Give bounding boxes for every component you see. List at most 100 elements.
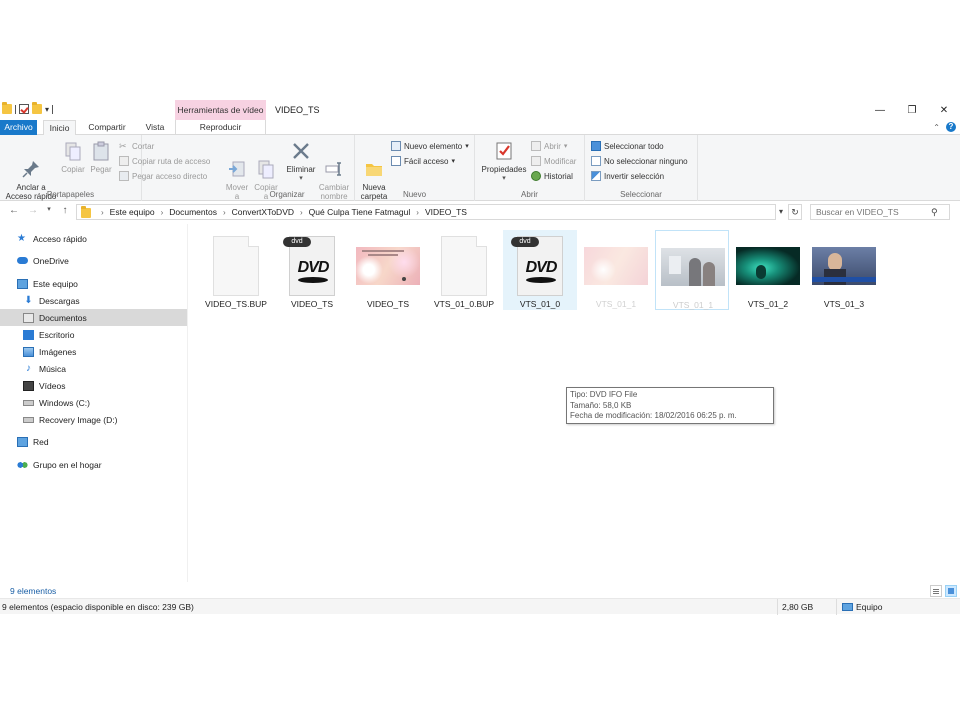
recent-locations-icon[interactable]: ▾	[42, 205, 56, 213]
tab-reproducir[interactable]: Reproducir	[175, 120, 266, 135]
breadcrumb-fatmagul[interactable]: Qué Culpa Tiene Fatmagul	[309, 207, 411, 217]
paste-button[interactable]: Pegar	[88, 141, 114, 174]
refresh-icon[interactable]: ↻	[788, 204, 802, 220]
select-all-button[interactable]: Seleccionar todo	[591, 141, 664, 151]
file-name: VTS_01_1	[672, 300, 714, 310]
invert-selection-button[interactable]: Invertir selección	[591, 171, 664, 181]
open-label: Abrir	[544, 141, 561, 151]
file-item[interactable]: VIDEO_TS.BUP	[199, 230, 273, 310]
open-dropdown-icon: ▾	[563, 143, 568, 150]
breadcrumb-documentos[interactable]: Documentos	[169, 207, 217, 217]
clipboard-icon	[91, 141, 111, 161]
ribbon: Anclar a Acceso rápido Copiar Pegar ✂ Co…	[0, 135, 960, 201]
search-input[interactable]	[811, 207, 931, 217]
video-thumbnail	[812, 247, 876, 285]
details-view-icon[interactable]	[930, 585, 942, 597]
breadcrumb-separator[interactable]: ›	[300, 208, 303, 217]
tab-compartir[interactable]: Compartir	[83, 120, 131, 135]
search-box[interactable]: ⚲	[810, 204, 950, 220]
new-item-button[interactable]: Nuevo elemento ▾	[391, 141, 469, 151]
up-arrow-icon[interactable]: ↑	[58, 205, 72, 216]
nav-item-documentos[interactable]: Documentos	[0, 309, 187, 326]
desktop-icon	[23, 329, 34, 340]
computer-icon	[842, 603, 853, 611]
breadcrumb-separator[interactable]: ›	[101, 208, 104, 217]
open-button[interactable]: Abrir ▾	[531, 141, 567, 151]
delete-dropdown-icon[interactable]: ▾	[286, 174, 316, 183]
video-tools-context-label: Herramientas de vídeo	[175, 100, 266, 120]
back-arrow-icon[interactable]: ←	[7, 205, 21, 216]
copy-path-label: Copiar ruta de acceso	[132, 156, 211, 166]
forward-arrow-icon[interactable]: →	[26, 205, 40, 216]
properties-button[interactable]: Propiedades ▾	[481, 141, 527, 183]
group-organizar: Mover a Copiar a Eliminar ▾ Cambiar nomb…	[220, 135, 355, 201]
easy-access-dropdown-icon: ▾	[451, 158, 455, 165]
file-item[interactable]: VTS_01_1	[655, 230, 729, 310]
nav-item-label: Imágenes	[39, 346, 77, 357]
breadcrumb-separator[interactable]: ›	[416, 208, 419, 217]
file-item[interactable]: dvd DVD VIDEO_TS	[275, 230, 349, 310]
expand-ribbon-icon[interactable]: ⌃	[933, 123, 940, 132]
cut-button[interactable]: ✂ Cortar	[119, 141, 154, 151]
file-name: VIDEO_TS	[366, 299, 410, 309]
copy-path-button[interactable]: Copiar ruta de acceso	[119, 156, 210, 166]
paste-shortcut-button[interactable]: Pegar acceso directo	[119, 171, 207, 181]
large-icons-view-icon[interactable]	[945, 585, 957, 597]
breadcrumb-video-ts[interactable]: VIDEO_TS	[425, 207, 467, 217]
nav-item-label: Este equipo	[33, 278, 78, 289]
breadcrumb-convertxtodvd[interactable]: ConvertXToDVD	[232, 207, 294, 217]
video-thumbnail	[356, 247, 420, 285]
address-bar[interactable]: › Este equipo › Documentos › ConvertXToD…	[76, 204, 776, 220]
maximize-button[interactable]: ❐	[896, 100, 928, 120]
copy-button[interactable]: Copiar	[60, 141, 86, 174]
breadcrumb-separator[interactable]: ›	[161, 208, 164, 217]
properties-dropdown-icon[interactable]: ▾	[481, 174, 527, 183]
nav-item-windows-c[interactable]: Windows (C:)	[0, 394, 187, 411]
new-folder-icon[interactable]	[32, 102, 42, 114]
tab-inicio[interactable]: Inicio	[43, 120, 76, 136]
breadcrumb-separator[interactable]: ›	[223, 208, 226, 217]
nav-item-imagenes[interactable]: Imágenes	[0, 343, 187, 360]
new-item-icon	[391, 141, 401, 151]
search-icon[interactable]: ⚲	[931, 207, 938, 218]
dvd-disc-icon	[526, 277, 556, 283]
tooltip-type: Tipo: DVD IFO File	[570, 390, 638, 399]
file-item[interactable]: VTS_01_2	[731, 230, 805, 310]
nav-item-acceso-rapido[interactable]: ★ Acceso rápido	[0, 230, 187, 247]
select-all-label: Seleccionar todo	[604, 141, 664, 151]
nav-item-musica[interactable]: ♪ Música	[0, 360, 187, 377]
file-item[interactable]: dvd DVD VTS_01_0	[503, 230, 577, 310]
tab-archivo[interactable]: Archivo	[0, 120, 37, 135]
nav-item-red[interactable]: Red	[0, 433, 187, 450]
nav-item-recovery-d[interactable]: Recovery Image (D:)	[0, 411, 187, 428]
nav-item-escritorio[interactable]: Escritorio	[0, 326, 187, 343]
nav-item-descargas[interactable]: ⬇ Descargas	[0, 292, 187, 309]
delete-button[interactable]: Eliminar ▾	[286, 141, 316, 183]
breadcrumb-este-equipo[interactable]: Este equipo	[110, 207, 155, 217]
blank-file-icon	[213, 236, 259, 296]
address-dropdown-icon[interactable]: ▾	[775, 204, 787, 220]
customize-toolbar-icon[interactable]: ▾	[45, 105, 49, 114]
star-icon: ★	[17, 232, 26, 244]
file-item[interactable]: VTS_01_0.BUP	[427, 230, 501, 310]
minimize-button[interactable]: —	[864, 100, 896, 120]
easy-access-button[interactable]: Fácil acceso ▾	[391, 156, 455, 166]
history-button[interactable]: Historial	[531, 171, 573, 181]
edit-button[interactable]: Modificar	[531, 156, 576, 166]
nav-item-videos[interactable]: Vídeos	[0, 377, 187, 394]
zone-label: Equipo	[856, 602, 883, 612]
nav-item-grupo-hogar[interactable]: Grupo en el hogar	[0, 456, 187, 473]
file-item[interactable]: VIDEO_TS	[351, 230, 425, 310]
help-icon[interactable]: ?	[946, 122, 956, 132]
select-none-button[interactable]: No seleccionar ninguno	[591, 156, 688, 166]
nav-item-onedrive[interactable]: OneDrive	[0, 252, 187, 269]
file-item[interactable]: VTS_01_1	[579, 230, 653, 310]
nav-item-label: Descargas	[39, 295, 80, 306]
select-none-icon	[591, 156, 601, 166]
video-icon	[23, 380, 34, 391]
nav-item-este-equipo[interactable]: Este equipo	[0, 275, 187, 292]
tab-vista[interactable]: Vista	[140, 120, 170, 135]
close-button[interactable]: ✕	[928, 100, 960, 120]
file-item[interactable]: VTS_01_3	[807, 230, 881, 310]
properties-icon[interactable]	[19, 104, 29, 114]
